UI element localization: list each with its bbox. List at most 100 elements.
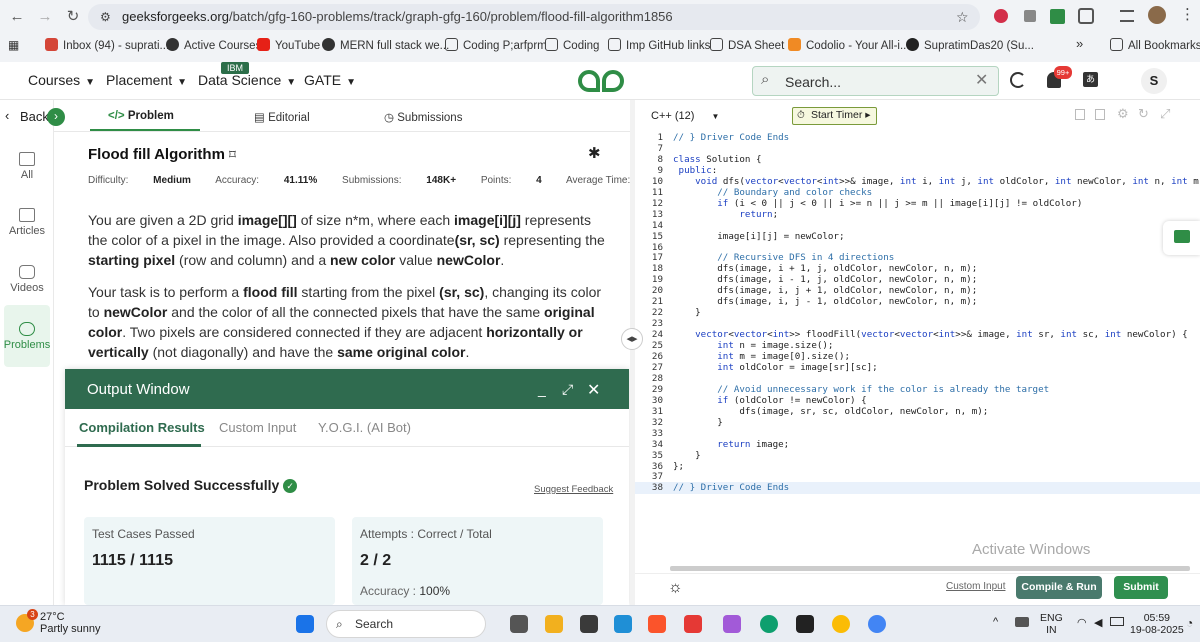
status-message: Problem Solved Successfully ✓ bbox=[84, 477, 298, 493]
bookmark-active-courses[interactable]: Active Courses bbox=[166, 38, 261, 52]
tray-app-icon[interactable] bbox=[1015, 617, 1029, 627]
wifi-icon[interactable]: ◠ bbox=[1077, 616, 1087, 629]
battery-icon[interactable] bbox=[1110, 617, 1124, 626]
nav-data-science[interactable]: Data Science ▼ bbox=[198, 72, 296, 88]
language-select[interactable]: C++ (12) ▼ bbox=[651, 110, 719, 122]
bookmark-star-icon[interactable]: ☆ bbox=[956, 4, 969, 30]
app-icon[interactable] bbox=[723, 615, 741, 633]
fullscreen-icon[interactable]: ⤢ bbox=[1160, 106, 1170, 122]
reset-icon[interactable]: ↻ bbox=[1138, 106, 1149, 122]
expand-icon[interactable]: ⤢ bbox=[562, 381, 573, 398]
forward-arrow-icon[interactable]: → bbox=[34, 6, 56, 28]
settings-icon[interactable]: ⚙ bbox=[1117, 106, 1129, 122]
notifications-icon[interactable]: ◔ bbox=[1186, 616, 1193, 630]
app-icon[interactable] bbox=[614, 615, 632, 633]
code-editor[interactable]: 1 // } Driver Code Ends 7 8 class Solution {… bbox=[635, 131, 1200, 494]
tab-custom-input[interactable]: Custom Input bbox=[219, 420, 296, 435]
bookmark-github[interactable]: SupratimDas20 (Su... bbox=[906, 38, 1034, 52]
rail-item-articles[interactable]: Articles bbox=[0, 208, 54, 237]
tab-editorial[interactable]: ▤ Editorial bbox=[254, 110, 310, 124]
apps-grid-icon[interactable]: ▦ bbox=[8, 38, 19, 52]
rail-item-problems[interactable]: Problems bbox=[0, 322, 54, 351]
weather-widget[interactable]: 27°C Partly sunny bbox=[40, 611, 101, 635]
translate-icon[interactable]: あ bbox=[1083, 72, 1098, 87]
rail-item-all[interactable]: All bbox=[0, 152, 54, 181]
copy-icon[interactable] bbox=[1075, 109, 1085, 120]
line-number: 1 bbox=[657, 132, 663, 143]
custom-input-link[interactable]: Custom Input bbox=[946, 581, 1005, 592]
line-number: 35 bbox=[651, 449, 663, 461]
tab-compilation-results[interactable]: Compilation Results bbox=[79, 420, 205, 435]
chrome-icon[interactable] bbox=[832, 615, 850, 633]
bookmark-folder-github[interactable]: Imp GitHub links bbox=[608, 38, 710, 52]
app-icon[interactable] bbox=[684, 615, 702, 633]
line-number: 34 bbox=[651, 438, 663, 450]
app-icon[interactable] bbox=[580, 615, 598, 633]
profile-avatar-icon[interactable] bbox=[1148, 6, 1166, 24]
bookmark-folder-coding[interactable]: Coding bbox=[545, 38, 599, 52]
minimize-icon[interactable]: _ bbox=[538, 381, 546, 397]
site-search-input[interactable]: ⌕ Search... ✕ bbox=[752, 66, 999, 96]
editor-horizontal-scrollbar[interactable] bbox=[670, 566, 1190, 571]
nav-gate[interactable]: GATE ▼ bbox=[304, 72, 356, 88]
dark-mode-icon[interactable] bbox=[1010, 72, 1026, 88]
bookmark-icon[interactable]: ⌑ bbox=[229, 147, 236, 162]
nav-courses[interactable]: Courses ▼ bbox=[28, 72, 95, 88]
chrome-profile-icon[interactable] bbox=[868, 615, 886, 633]
menu-kebab-icon[interactable]: ⋮ bbox=[1180, 5, 1195, 23]
bookmark-folder-dsa[interactable]: DSA Sheet bbox=[710, 38, 784, 52]
tab-problem[interactable]: </> Problem bbox=[108, 110, 174, 122]
windows-start-icon[interactable] bbox=[296, 615, 314, 633]
tab-yogi-ai-bot[interactable]: Y.O.G.I. (AI Bot) bbox=[318, 420, 411, 435]
suggest-feedback-link[interactable]: Suggest Feedback bbox=[534, 484, 613, 495]
search-placeholder: Search... bbox=[785, 74, 842, 90]
site-settings-icon[interactable]: ⚙ bbox=[100, 4, 111, 30]
compile-run-button[interactable]: Compile & Run bbox=[1016, 576, 1102, 599]
gfg-logo-icon[interactable] bbox=[576, 68, 626, 94]
browser-chrome: ← → ↻ ⚙ geeksforgeeks.org/batch/gfg-160-… bbox=[0, 0, 1200, 62]
extension-record-icon[interactable] bbox=[994, 9, 1008, 23]
back-arrow-icon[interactable]: ← bbox=[6, 6, 28, 28]
report-bug-icon[interactable]: ✱ bbox=[588, 144, 601, 162]
chevron-down-icon: ▼ bbox=[286, 77, 297, 88]
tray-expand-icon[interactable]: ^ bbox=[993, 616, 998, 628]
user-avatar[interactable]: S bbox=[1141, 68, 1167, 94]
output-header: Output Window _ ⤢ ✕ bbox=[65, 369, 629, 409]
puzzle-extensions-icon[interactable] bbox=[1078, 8, 1094, 24]
edit-icon[interactable] bbox=[1095, 109, 1105, 120]
bookmark-gmail[interactable]: Inbox (94) - suprati... bbox=[45, 38, 169, 52]
chat-button[interactable] bbox=[1163, 221, 1200, 255]
bookmark-codolio[interactable]: Codolio - Your All-i... bbox=[788, 38, 910, 52]
rail-item-videos[interactable]: Videos bbox=[0, 265, 54, 294]
tab-submissions[interactable]: ◷ Submissions bbox=[384, 110, 462, 124]
submit-button[interactable]: Submit bbox=[1114, 576, 1168, 599]
bookmark-mern[interactable]: MERN full stack we... bbox=[322, 38, 449, 52]
clock[interactable]: 05:59 19-08-2025 bbox=[1130, 612, 1184, 636]
bookmark-overflow[interactable]: » bbox=[1076, 36, 1083, 51]
problem-body: Flood fill Algorithm ⌑ ✱ Difficulty: Med… bbox=[54, 132, 630, 372]
reading-list-icon[interactable] bbox=[1120, 10, 1134, 22]
test-cases-card: Test Cases Passed 1115 / 1115 bbox=[84, 517, 335, 605]
address-bar[interactable]: ⚙ geeksforgeeks.org/batch/gfg-160-proble… bbox=[88, 4, 980, 30]
extension-icon[interactable] bbox=[1024, 10, 1036, 22]
volume-icon[interactable]: ◀ bbox=[1094, 616, 1102, 629]
book-icon bbox=[19, 208, 35, 222]
nav-placement[interactable]: Placement ▼ bbox=[106, 72, 187, 88]
reload-icon[interactable]: ↻ bbox=[62, 6, 84, 28]
bookmark-folder-coding-parfprm[interactable]: Coding P;arfprm bbox=[445, 38, 547, 52]
file-explorer-icon[interactable] bbox=[545, 615, 563, 633]
start-timer-button[interactable]: ⏱ Start Timer ▸ bbox=[792, 107, 877, 125]
gfg-extension-icon[interactable] bbox=[1050, 9, 1065, 24]
line-number: 18 bbox=[651, 263, 663, 275]
task-view-icon[interactable] bbox=[510, 615, 528, 633]
language-indicator[interactable]: ENG IN bbox=[1040, 612, 1063, 636]
clear-search-icon[interactable]: ✕ bbox=[975, 70, 988, 90]
close-icon[interactable]: ✕ bbox=[587, 380, 600, 400]
edge-icon[interactable] bbox=[760, 615, 778, 633]
brave-icon[interactable] bbox=[648, 615, 666, 633]
bookmark-youtube[interactable]: YouTube bbox=[257, 38, 320, 52]
all-bookmarks[interactable]: All Bookmarks bbox=[1110, 38, 1200, 52]
notion-icon[interactable] bbox=[796, 615, 814, 633]
taskbar-search[interactable]: ⌕ Search bbox=[326, 610, 486, 638]
theme-sun-icon[interactable]: ☼ bbox=[668, 579, 683, 597]
